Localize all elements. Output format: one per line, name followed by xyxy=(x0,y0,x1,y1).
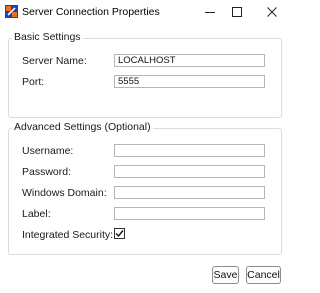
label-label: Label: xyxy=(22,208,51,220)
minimize-button[interactable] xyxy=(195,0,225,24)
username-label: Username: xyxy=(22,145,74,157)
close-button[interactable] xyxy=(257,0,287,24)
windows-domain-label: Windows Domain: xyxy=(22,187,107,199)
server-name-label: Server Name: xyxy=(22,55,87,67)
save-button[interactable]: Save xyxy=(212,266,239,284)
checkmark-icon xyxy=(115,230,124,238)
minimize-icon xyxy=(205,12,215,13)
integrated-security-label: Integrated Security: xyxy=(22,229,114,241)
basic-settings-legend: Basic Settings xyxy=(12,31,83,43)
advanced-settings-legend: Advanced Settings (Optional) xyxy=(12,121,153,133)
maximize-button[interactable] xyxy=(222,0,252,24)
label-input[interactable] xyxy=(114,207,265,220)
server-name-input[interactable] xyxy=(114,54,265,67)
password-label: Password: xyxy=(22,166,72,178)
window-title: Server Connection Properties xyxy=(22,6,160,18)
port-input[interactable] xyxy=(114,75,265,88)
username-input[interactable] xyxy=(114,144,265,157)
app-icon xyxy=(5,5,18,18)
cancel-button[interactable]: Cancel xyxy=(246,266,281,284)
close-icon xyxy=(267,7,277,17)
integrated-security-checkbox[interactable] xyxy=(114,228,125,239)
title-bar: Server Connection Properties xyxy=(0,0,288,24)
port-label: Port: xyxy=(22,76,45,88)
password-input[interactable] xyxy=(114,165,265,178)
windows-domain-input[interactable] xyxy=(114,186,265,199)
maximize-icon xyxy=(232,7,242,17)
